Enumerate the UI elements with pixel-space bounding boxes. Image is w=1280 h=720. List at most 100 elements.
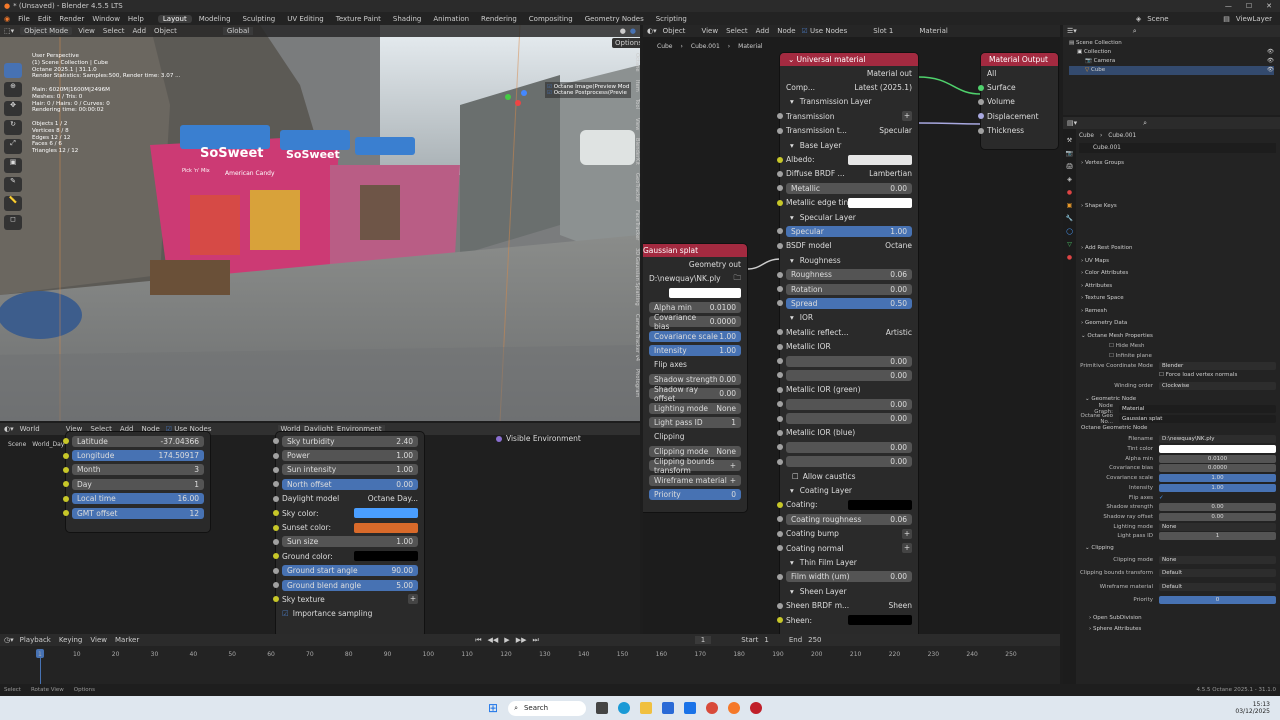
workspace-tab-sculpting[interactable]: Sculpting <box>238 15 281 23</box>
value-field[interactable]: 0.00 <box>786 413 912 425</box>
world-type[interactable]: World <box>20 425 40 433</box>
node-value-field[interactable]: Latitude -37.04366 <box>72 435 204 447</box>
splat-field[interactable]: Covariance scale 1.00 <box>649 330 741 342</box>
sidebar-tab-geotracker[interactable]: GeoTracker <box>632 173 640 202</box>
splat-tint-swatch[interactable] <box>669 287 741 298</box>
prop-value[interactable]: 0.00 <box>1159 503 1276 512</box>
world-tab-icon[interactable]: ● <box>1067 189 1072 196</box>
annotate-tool-icon[interactable]: ✎ <box>4 177 22 192</box>
outliner-scene-collection[interactable]: ▤ Scene Collection <box>1069 39 1274 48</box>
node-value-field[interactable]: Day 1 <box>72 478 204 490</box>
splat-field[interactable]: Light pass ID 1 <box>649 416 741 428</box>
value-field[interactable]: Metallic 0.00 <box>786 182 912 194</box>
world-editor-type-icon[interactable]: ◐▾ <box>4 425 14 433</box>
prop-value[interactable]: 0.0000 <box>1159 464 1276 473</box>
sidebar-tab-cameratracker-v4[interactable]: CameraTracker v4 <box>632 314 640 361</box>
outliner-type-icon[interactable]: ☰▾ <box>1067 27 1077 35</box>
splat-field[interactable]: Intensity 1.00 <box>649 345 741 357</box>
scale-tool-icon[interactable]: ⤢ <box>4 139 22 154</box>
world-node-editor[interactable]: ◐▾ World View Select Add Node ☑ Use Nodes W… <box>0 423 640 634</box>
daylight-sky-node[interactable]: Sky turbidity 2.40 Power 1.00 Sun intensity 1… <box>273 432 424 634</box>
node-value-field[interactable]: North offset 0.00 <box>282 478 418 490</box>
section-chevron-icon[interactable]: ▾ <box>790 486 794 495</box>
node-value-field[interactable]: GMT offset 12 <box>72 507 204 519</box>
timeline-menu-marker[interactable]: Marker <box>115 636 139 644</box>
compat-dropdown[interactable]: Latest (2025.1) <box>826 83 912 92</box>
editor-type-icon[interactable]: ⬚▾ <box>4 27 14 35</box>
panel-geometry-data[interactable]: › Geometry Data <box>1079 317 1276 330</box>
splat-field[interactable]: Wireframe material + <box>649 474 741 486</box>
sky-color-swatch[interactable] <box>354 508 418 519</box>
output-target[interactable]: All <box>981 66 1058 80</box>
sunset-color-swatch[interactable] <box>354 522 418 533</box>
viewport-menu-object[interactable]: Object <box>154 27 177 35</box>
properties-type-icon[interactable]: ▤▾ <box>1067 119 1077 127</box>
object-tab-icon[interactable]: ▣ <box>1067 202 1073 209</box>
hide-mesh-row[interactable]: ☐ Hide Mesh <box>1109 342 1276 352</box>
universal-material-node[interactable]: ⌄ Universal material Material out Comp..… <box>777 53 918 634</box>
section-chevron-icon[interactable]: ▾ <box>790 213 794 222</box>
workspace-tab-scripting[interactable]: Scripting <box>651 15 692 23</box>
rotate-tool-icon[interactable]: ↻ <box>4 120 22 135</box>
blender-menu-icon[interactable]: ◉ <box>4 15 10 23</box>
ground-color-swatch[interactable] <box>354 551 418 562</box>
value-field[interactable]: Rotation 0.00 <box>786 283 912 295</box>
value-field[interactable]: Coating roughness 0.06 <box>786 513 912 525</box>
outliner-item-camera[interactable]: 📷 Camera 👁 <box>1069 57 1274 66</box>
modifier-tab-icon[interactable]: 🔧 <box>1066 215 1073 222</box>
prim-coord-dropdown[interactable]: Blender <box>1159 362 1276 371</box>
sky-texture-add-button[interactable]: + <box>408 594 418 605</box>
sphere-attr-panel[interactable]: › Sphere Attributes <box>1079 624 1276 635</box>
workspace-tab-animation[interactable]: Animation <box>428 15 474 23</box>
sidebar-tab-3d-gaussian-splatting[interactable]: 3D Gaussian Splatting <box>632 248 640 306</box>
timeline[interactable]: ◷▾ Playback Keying View Marker ⏮ ◀◀ ▶ ▶▶ ⏭ … <box>0 634 1060 684</box>
visibility-icon[interactable]: 👁 <box>1267 66 1274 75</box>
3d-viewport[interactable]: SoSweet SoSweet American Candy Pick 'n' … <box>0 25 640 421</box>
section-chevron-icon[interactable]: ▾ <box>790 97 794 106</box>
viewport-menu-add[interactable]: Add <box>132 27 146 35</box>
timeline-type-icon[interactable]: ◷▾ <box>4 636 14 644</box>
maximize-icon[interactable]: ☐ <box>1246 2 1252 10</box>
sidebar-tab-octane[interactable]: Octane <box>632 53 640 72</box>
transform-tool-icon[interactable]: ▣ <box>4 158 22 173</box>
open-subdiv-panel[interactable]: › Open SubDivision <box>1079 613 1276 624</box>
navigation-gizmo[interactable] <box>498 83 538 125</box>
sidebar-tab-facetracker[interactable]: FaceTracker <box>632 210 640 240</box>
dropdown-value[interactable]: Sheen <box>856 601 913 610</box>
sidebar-tab-tool[interactable]: Tool <box>632 99 640 109</box>
section-chevron-icon[interactable]: ▾ <box>790 141 794 150</box>
prop-value[interactable]: None <box>1159 522 1276 531</box>
physics-tab-icon[interactable]: ◯ <box>1066 228 1073 235</box>
render-tab-icon[interactable]: 📷 <box>1066 150 1073 157</box>
output-tab-icon[interactable]: 🖨 <box>1066 163 1074 170</box>
material-output-node[interactable]: Material Output All Surface Volume Displac… <box>978 53 1058 149</box>
clock[interactable]: 15:13 03/12/2025 <box>1235 701 1270 715</box>
node-value-field[interactable]: Longitude 174.50917 <box>72 450 204 462</box>
mode-selector[interactable]: Object Mode <box>20 27 73 35</box>
splat-field[interactable]: Clipping mode None <box>649 445 741 457</box>
start-frame[interactable]: 1 <box>764 636 768 644</box>
move-tool-icon[interactable]: ✥ <box>4 101 22 116</box>
prop-value[interactable]: Default <box>1159 569 1276 578</box>
splat-field[interactable]: Covariance bias 0.0000 <box>649 313 741 331</box>
prop-value[interactable]: None <box>1159 555 1276 564</box>
node-value-field[interactable]: Power 1.00 <box>282 450 418 462</box>
splat-field[interactable]: Shadow strength 0.00 <box>649 373 741 385</box>
section-chevron-icon[interactable]: ▾ <box>790 558 794 567</box>
prop-value[interactable]: Default <box>1159 582 1276 591</box>
scene-tab-icon[interactable]: ◈ <box>1067 176 1072 183</box>
timeline-menu-playback[interactable]: Playback <box>20 636 51 644</box>
sidebar-tab-view[interactable]: View <box>632 118 640 130</box>
node-value-field[interactable]: Month 3 <box>72 464 204 476</box>
workspace-tab-texture-paint[interactable]: Texture Paint <box>331 15 386 23</box>
chrome-icon[interactable] <box>706 702 719 714</box>
panel-add-rest-position[interactable]: › Add Rest Position <box>1079 242 1276 255</box>
visibility-icon[interactable]: 👁 <box>1267 48 1274 57</box>
dropdown-value[interactable]: Lambertian <box>856 169 912 178</box>
viewport-menu-select[interactable]: Select <box>103 27 125 35</box>
dropdown-value[interactable]: Specular <box>856 126 912 135</box>
value-field[interactable]: 0.00 <box>786 369 912 381</box>
close-icon[interactable]: ✕ <box>1266 2 1272 10</box>
splat-field[interactable]: Shadow ray offset 0.00 <box>649 385 741 403</box>
workspace-tab-uv-editing[interactable]: UV Editing <box>282 15 329 23</box>
